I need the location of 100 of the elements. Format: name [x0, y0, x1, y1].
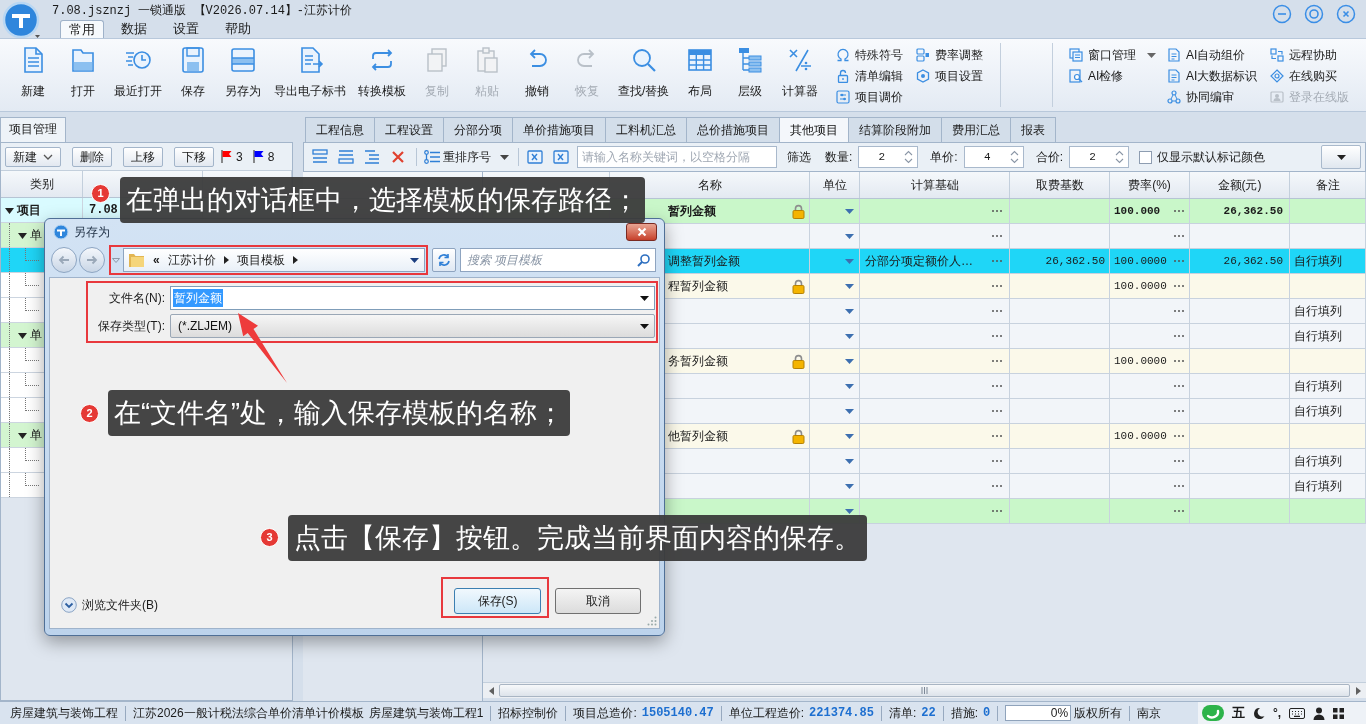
ribbon-button[interactable]: 费率调整 — [916, 45, 1000, 65]
dropdown-caret-icon[interactable] — [845, 233, 854, 239]
file-type-dropdown[interactable]: (*.ZLJEM) — [170, 314, 655, 338]
ribbon-button[interactable]: 远程协助 — [1270, 45, 1360, 65]
ribbon-button[interactable]: AI检修 — [1069, 66, 1167, 86]
sheet-tab[interactable]: 报表 — [1010, 117, 1056, 142]
ribbon-button[interactable]: 项目设置 — [916, 66, 1000, 86]
ribbon-button[interactable]: 最近打开 — [108, 39, 168, 111]
checkbox[interactable] — [1139, 150, 1153, 164]
ellipsis-icon[interactable] — [991, 234, 1003, 238]
spin-arrows-icon[interactable] — [1009, 150, 1019, 164]
chevron-right-icon[interactable] — [292, 256, 298, 264]
column-header[interactable]: 类别 — [29, 175, 54, 193]
dropdown-caret-icon[interactable] — [845, 483, 854, 489]
checkbox-label[interactable]: 仅显示默认标记颜色 — [1157, 148, 1266, 166]
address-bar[interactable]: « 江苏计价 项目模板 — [123, 248, 425, 272]
dropdown-caret-icon[interactable] — [845, 283, 854, 289]
tree-toggle-icon[interactable] — [18, 230, 27, 240]
menu-tab[interactable]: 数据 — [112, 20, 156, 38]
ribbon-button[interactable]: 保存 — [168, 39, 218, 111]
spin-arrows-icon[interactable] — [904, 150, 914, 164]
resize-grip-icon[interactable] — [647, 616, 657, 626]
number-spinner[interactable]: 2 — [858, 146, 919, 168]
menu-tab[interactable]: 常用 — [60, 20, 104, 38]
dialog-button[interactable]: 取消 — [555, 588, 641, 614]
caret-down-icon[interactable] — [410, 257, 419, 263]
breadcrumb-overflow-button[interactable]: « — [153, 251, 160, 269]
column-header[interactable]: 单位 — [822, 176, 847, 194]
number-spinner[interactable]: 2 — [1069, 146, 1130, 168]
grid-squares-icon[interactable] — [1333, 707, 1345, 719]
ime-punctuation-button[interactable]: °, — [1273, 704, 1282, 722]
ellipsis-icon[interactable] — [1173, 434, 1185, 438]
ribbon-button[interactable]: 协同编审 — [1167, 87, 1270, 107]
search-field[interactable]: 请输入名称关键词，以空格分隔 — [577, 146, 777, 168]
ribbon-button[interactable]: 新建 — [8, 39, 58, 111]
back-button[interactable] — [51, 247, 77, 273]
ribbon-button[interactable]: 在线购买 — [1270, 66, 1360, 86]
dropdown-caret-icon[interactable] — [845, 458, 854, 464]
column-header[interactable]: 金额(元) — [1217, 176, 1262, 194]
dialog-button[interactable]: 保存(S) — [454, 588, 541, 614]
dropdown-caret-icon[interactable] — [845, 208, 854, 214]
app-logo-icon[interactable] — [2, 1, 42, 41]
scrollbar-thumb[interactable] — [499, 684, 1350, 697]
close-button[interactable] — [626, 223, 657, 241]
dropdown-button[interactable] — [1321, 145, 1361, 169]
browse-folders-button[interactable]: 浏览文件夹(B) — [61, 596, 158, 614]
ellipsis-icon[interactable] — [991, 484, 1003, 488]
keyboard-icon[interactable] — [1289, 707, 1306, 719]
panel-tab[interactable]: 项目管理 — [0, 117, 66, 142]
sheet-tab[interactable]: 工程信息 — [305, 117, 375, 142]
rows-bottom-icon[interactable] — [338, 149, 354, 165]
ellipsis-icon[interactable] — [1173, 509, 1185, 513]
tree-toggle-icon[interactable] — [18, 330, 27, 340]
dropdown-caret-icon[interactable] — [845, 433, 854, 439]
flag-icon[interactable] — [252, 150, 264, 163]
ellipsis-icon[interactable] — [1173, 334, 1185, 338]
toolbar-button[interactable]: 新建 — [5, 146, 61, 167]
chevron-right-icon[interactable] — [223, 256, 229, 264]
column-header[interactable]: 取费基数 — [1035, 176, 1084, 194]
toolbar-button[interactable]: 下移 — [174, 146, 214, 167]
ellipsis-icon[interactable] — [1173, 359, 1185, 363]
ring-icon[interactable] — [1304, 4, 1324, 24]
ellipsis-icon[interactable] — [991, 359, 1003, 363]
ribbon-button[interactable]: 转换模板 — [352, 39, 412, 111]
filter-button[interactable]: 筛选 — [785, 148, 813, 166]
ime-mode-button[interactable]: 五 — [1232, 703, 1245, 723]
ribbon-button[interactable]: 查找/替换 — [612, 39, 676, 111]
refresh-button[interactable] — [432, 248, 456, 272]
forward-button[interactable] — [79, 247, 105, 273]
ribbon-button[interactable]: 项目调价 — [836, 87, 916, 107]
delete-icon[interactable] — [390, 149, 406, 165]
tree-toggle-icon[interactable] — [5, 205, 14, 215]
ellipsis-icon[interactable] — [1173, 209, 1185, 213]
ribbon-button[interactable]: 特殊符号 — [836, 45, 916, 65]
dropdown-caret-icon[interactable] — [845, 408, 854, 414]
toolbar-button[interactable]: 删除 — [72, 146, 112, 167]
renumber-button[interactable]: 重排序号 — [421, 146, 512, 168]
toolbar-button[interactable]: 上移 — [123, 146, 163, 167]
dropdown-caret-icon[interactable] — [845, 308, 854, 314]
ribbon-button[interactable]: 导出电子标书 — [268, 39, 352, 111]
menu-tab[interactable]: 帮助 — [216, 20, 260, 38]
ribbon-button[interactable]: 另存为 — [218, 39, 268, 111]
column-header[interactable]: 费率(%) — [1128, 176, 1171, 194]
ribbon-button[interactable]: 层级 — [725, 39, 776, 111]
ribbon-button[interactable]: AI大数据标识 — [1167, 66, 1270, 86]
column-header[interactable]: 备注 — [1315, 176, 1340, 194]
ellipsis-icon[interactable] — [1173, 384, 1185, 388]
ellipsis-icon[interactable] — [991, 409, 1003, 413]
ellipsis-icon[interactable] — [991, 209, 1003, 213]
ellipsis-icon[interactable] — [991, 259, 1003, 263]
ellipsis-icon[interactable] — [991, 509, 1003, 513]
minimize-icon[interactable] — [1272, 4, 1292, 24]
ribbon-button[interactable]: 清单编辑 — [836, 66, 916, 86]
person-icon[interactable] — [1313, 706, 1326, 720]
ellipsis-icon[interactable] — [991, 459, 1003, 463]
ribbon-button[interactable]: AI自动组价 — [1167, 45, 1270, 65]
ellipsis-icon[interactable] — [991, 434, 1003, 438]
ribbon-button[interactable]: 窗口管理 — [1069, 45, 1167, 65]
boxed-x-icon[interactable] — [553, 149, 569, 165]
ellipsis-icon[interactable] — [1173, 259, 1185, 263]
